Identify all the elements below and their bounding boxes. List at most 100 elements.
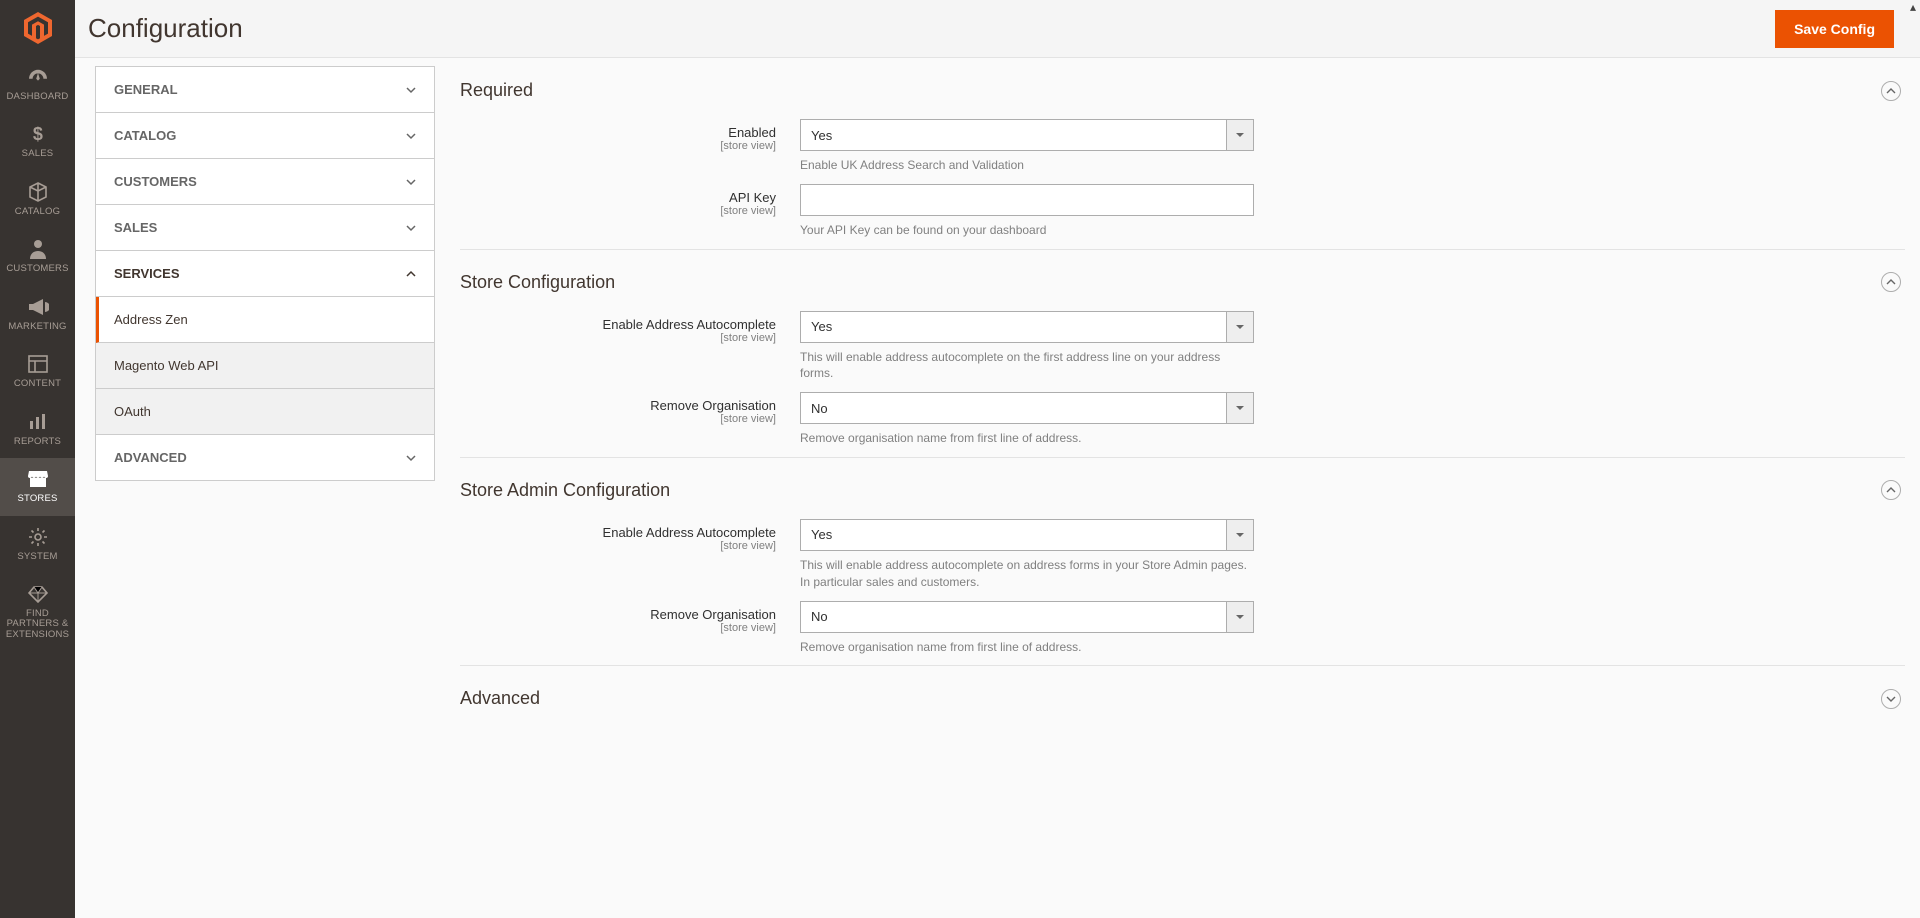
nav-label: STORES [17,494,57,504]
select-admin-remove-org[interactable]: No [800,601,1254,633]
chevron-down-icon [406,177,416,187]
config-tabs-panel: GENERAL CATALOG CUSTOMERS SALES SERVICES… [95,66,435,481]
magento-logo[interactable] [0,0,75,56]
tab-catalog[interactable]: CATALOG [96,113,434,159]
field-label-text: API Key [729,190,776,205]
gear-icon [26,526,50,548]
row-store-remove-org: Remove Organisation [store view] No Remo… [460,392,1905,447]
chevron-down-icon [1226,392,1254,424]
nav-customers[interactable]: CUSTOMERS [0,228,75,285]
nav-catalog[interactable]: CATALOG [0,171,75,228]
partners-icon [26,583,50,605]
nav-label: MARKETING [8,322,66,332]
fieldset-store-config: Store Configuration Enable Address Autoc… [460,249,1905,447]
sub-oauth[interactable]: OAuth [96,389,434,435]
collapse-down-icon [1881,689,1901,709]
row-admin-remove-org: Remove Organisation [store view] No Remo… [460,601,1905,656]
select-store-autocomplete[interactable]: Yes [800,311,1254,343]
tab-label: SERVICES [114,266,180,281]
label-enabled: Enabled [store view] [460,119,800,152]
fieldset-advanced: Advanced [460,665,1905,727]
field-label-text: Remove Organisation [650,398,776,413]
field-label-text: Remove Organisation [650,607,776,622]
tab-sales[interactable]: SALES [96,205,434,251]
nav-label: CATALOG [15,207,60,217]
nav-partners[interactable]: FIND PARTNERS & EXTENSIONS [0,573,75,651]
row-api-key: API Key [store view] Your API Key can be… [460,184,1905,239]
nav-stores[interactable]: STORES [0,458,75,515]
gauge-icon [26,66,50,88]
collapse-up-icon [1881,480,1901,500]
chevron-down-icon [1226,311,1254,343]
field-note: Your API Key can be found on your dashbo… [800,222,1254,239]
nav-reports[interactable]: REPORTS [0,401,75,458]
select-value: Yes [800,311,1254,343]
page-title: Configuration [88,13,243,44]
layout-icon [26,353,50,375]
fieldset-toggle-store-config[interactable]: Store Configuration [460,250,1905,311]
cube-icon [26,181,50,203]
nav-label: FIND PARTNERS & EXTENSIONS [2,609,73,640]
row-store-autocomplete: Enable Address Autocomplete [store view]… [460,311,1905,383]
select-admin-autocomplete[interactable]: Yes [800,519,1254,551]
api-key-input[interactable] [800,184,1254,216]
tab-label: GENERAL [114,82,178,97]
config-main: Required Enabled [store view] Yes Enable… [460,58,1905,727]
field-note: This will enable address autocomplete on… [800,349,1254,383]
collapse-up-icon [1881,272,1901,292]
sub-address-zen[interactable]: Address Zen [96,297,434,343]
scroll-top-caret: ▴ [1910,0,1916,14]
fieldset-admin-config: Store Admin Configuration Enable Address… [460,457,1905,655]
collapse-up-icon [1881,81,1901,101]
scope-label: [store view] [460,622,776,634]
page-header: Configuration Save Config [75,0,1920,58]
dollar-icon: $ [26,123,50,145]
scope-label: [store view] [460,205,776,217]
tab-general[interactable]: GENERAL [96,67,434,113]
label-api-key: API Key [store view] [460,184,800,217]
nav-system[interactable]: SYSTEM [0,516,75,573]
fieldset-toggle-required[interactable]: Required [460,58,1905,119]
select-value: Yes [800,119,1254,151]
nav-sales[interactable]: $ SALES [0,113,75,170]
label-store-autocomplete: Enable Address Autocomplete [store view] [460,311,800,344]
select-value: No [800,392,1254,424]
tab-services[interactable]: SERVICES [96,251,434,297]
fieldset-toggle-admin-config[interactable]: Store Admin Configuration [460,458,1905,519]
nav-label: REPORTS [14,437,61,447]
nav-marketing[interactable]: MARKETING [0,286,75,343]
chevron-down-icon [406,453,416,463]
tab-label: SALES [114,220,157,235]
megaphone-icon [26,296,50,318]
chevron-up-icon [406,269,416,279]
tab-label: ADVANCED [114,450,187,465]
nav-label: DASHBOARD [7,92,69,102]
nav-content[interactable]: CONTENT [0,343,75,400]
chevron-down-icon [406,85,416,95]
chevron-down-icon [1226,601,1254,633]
nav-label: SYSTEM [17,552,57,562]
field-note: Enable UK Address Search and Validation [800,157,1254,174]
row-enabled: Enabled [store view] Yes Enable UK Addre… [460,119,1905,174]
admin-sidebar: DASHBOARD $ SALES CATALOG CUSTOMERS MARK… [0,0,75,918]
select-value: No [800,601,1254,633]
field-note: Remove organisation name from first line… [800,639,1254,656]
person-icon [26,238,50,260]
sub-magento-web-api[interactable]: Magento Web API [96,343,434,389]
tab-label: CATALOG [114,128,176,143]
field-label-text: Enable Address Autocomplete [603,525,776,540]
chevron-down-icon [1226,119,1254,151]
label-admin-autocomplete: Enable Address Autocomplete [store view] [460,519,800,552]
fieldset-toggle-advanced[interactable]: Advanced [460,666,1905,727]
scope-label: [store view] [460,332,776,344]
select-enabled[interactable]: Yes [800,119,1254,151]
field-label-text: Enable Address Autocomplete [603,317,776,332]
nav-dashboard[interactable]: DASHBOARD [0,56,75,113]
chevron-down-icon [406,131,416,141]
chevron-down-icon [406,223,416,233]
tab-customers[interactable]: CUSTOMERS [96,159,434,205]
save-config-button[interactable]: Save Config [1775,10,1894,48]
select-store-remove-org[interactable]: No [800,392,1254,424]
tab-advanced[interactable]: ADVANCED [96,435,434,480]
fieldset-title: Advanced [460,688,540,709]
